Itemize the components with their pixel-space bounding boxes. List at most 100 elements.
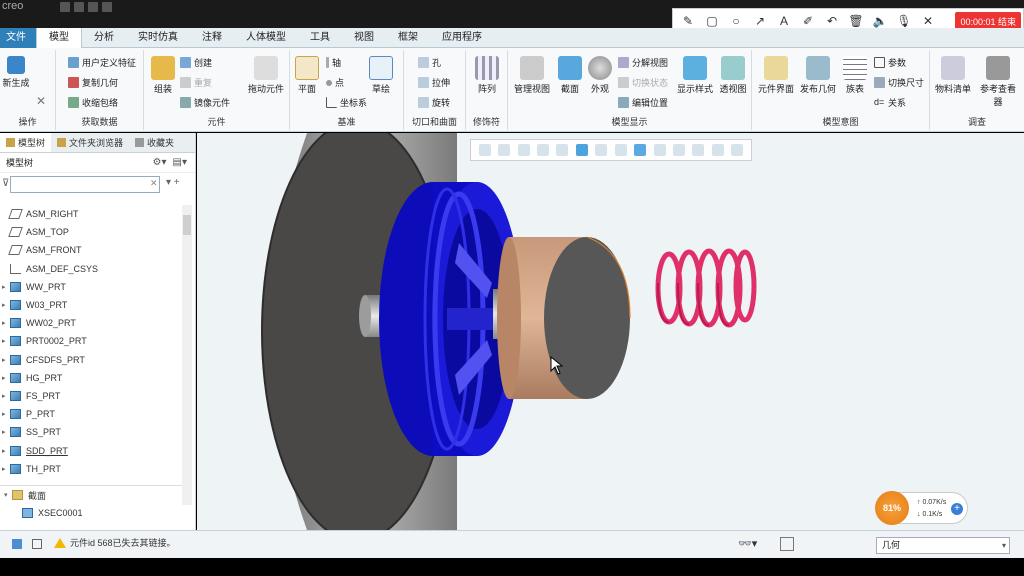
perspective-button[interactable]: 透视图 [716, 56, 750, 95]
pattern-button[interactable]: 阵列 [472, 56, 502, 95]
csys-button[interactable]: 坐标系 [326, 96, 367, 109]
family-table-button[interactable]: 族表 [840, 56, 870, 95]
tree-item[interactable]: ▸ W03_PRT [0, 296, 182, 314]
point-button[interactable]: 点 [326, 76, 344, 89]
tree-item[interactable]: ▸ CFSDFS_PRT [0, 351, 182, 369]
tree-item[interactable]: ▸ SDD_PRT [0, 441, 182, 459]
create-button[interactable]: 创建 [180, 56, 212, 69]
tree-item[interactable]: ASM_TOP [0, 223, 182, 241]
plane-button[interactable]: 平面 [294, 56, 320, 95]
tree-item[interactable]: ▸ WW_PRT [0, 278, 182, 296]
expand-icon[interactable]: ▸ [2, 283, 10, 291]
close-icon[interactable]: ✕ [921, 14, 935, 28]
cylinder-part[interactable] [497, 236, 631, 399]
open-icon[interactable] [74, 2, 84, 12]
tab-view[interactable]: 视图 [342, 28, 386, 48]
fullscreen-icon[interactable] [32, 539, 42, 549]
shrinkwrap-button[interactable]: 收缩包络 [68, 96, 118, 109]
tab-model-tree[interactable]: 模型树 [0, 133, 52, 152]
search-options-icon[interactable]: ▾ + [166, 177, 180, 188]
tab-folder-browser[interactable]: 文件夹浏览器 [51, 133, 129, 152]
scrollbar-thumb[interactable] [183, 215, 191, 235]
tree-item[interactable]: ASM_DEF_CSYS [0, 260, 182, 278]
tree-item[interactable]: ▸ WW02_PRT [0, 314, 182, 332]
expand-icon[interactable]: ▸ [2, 465, 10, 473]
extrude-button[interactable]: 拉伸 [418, 76, 450, 89]
exploded-view-button[interactable]: 分解视图 [618, 56, 668, 69]
selection-filter-dropdown[interactable]: 几何 ▾ [876, 537, 1010, 554]
microphone-icon[interactable]: 🎙 [896, 14, 911, 28]
bom-button[interactable]: 物料清单 [932, 56, 974, 95]
expand-icon[interactable]: ▸ [2, 392, 10, 400]
component-interface-button[interactable]: 元件界面 [756, 56, 796, 95]
tree-search-input[interactable] [10, 176, 160, 193]
mirror-component-button[interactable]: 镜像元件 [180, 96, 230, 109]
text-icon[interactable]: A [777, 14, 791, 28]
sections-folder[interactable]: ▾ 截面 [0, 486, 182, 504]
hole-button[interactable]: 孔 [418, 56, 441, 69]
selection-filter-icon[interactable] [780, 537, 794, 551]
spring-part[interactable] [655, 248, 757, 328]
appearance-button[interactable]: 外观 [586, 56, 614, 95]
repeat-button[interactable]: 重复 [180, 76, 212, 89]
arrow-icon[interactable]: ↗ [753, 14, 767, 28]
expand-icon[interactable]: ▸ [2, 410, 10, 418]
save-icon[interactable] [88, 2, 98, 12]
tab-file[interactable]: 文件 [0, 28, 36, 48]
tree-item[interactable]: ▸ FS_PRT [0, 387, 182, 405]
drag-component-button[interactable]: 拖动元件 [244, 56, 288, 95]
axis-button[interactable]: 轴 [326, 56, 341, 69]
status-message[interactable]: 元件id 568已失去其链接。 [54, 536, 176, 549]
tab-simulation[interactable]: 实时仿真 [126, 28, 190, 48]
tree-scrollbar[interactable] [182, 205, 192, 505]
graphics-window[interactable]: 81% ↑ 0.07K/s ↓ 0.1K/s + [197, 133, 1024, 530]
model-view[interactable] [197, 133, 1024, 530]
user-feature-button[interactable]: 用户定义特征 [68, 56, 136, 69]
parameters-button[interactable]: 参数 [874, 56, 906, 69]
marker-icon[interactable]: ✐ [801, 14, 815, 28]
new-icon[interactable] [60, 2, 70, 12]
switch-dimensions-button[interactable]: 切换尺寸 [874, 76, 924, 89]
expand-icon[interactable]: ▸ [2, 356, 10, 364]
pen-icon[interactable]: ✎ [681, 14, 695, 28]
publish-geometry-button[interactable]: 发布几何 [798, 56, 838, 95]
expand-icon[interactable]: ▸ [2, 428, 10, 436]
tab-annotate[interactable]: 注释 [190, 28, 234, 48]
rectangle-icon[interactable]: ▢ [705, 14, 719, 28]
toggle-status-button[interactable]: 切换状态 [618, 76, 668, 89]
tab-framework[interactable]: 框架 [386, 28, 430, 48]
expand-icon[interactable]: ▸ [2, 301, 10, 309]
tab-tools[interactable]: 工具 [298, 28, 342, 48]
binoculars-icon[interactable]: 👓▾ [738, 537, 757, 550]
display-style-button[interactable]: 显示样式 [676, 56, 714, 95]
copy-geometry-button[interactable]: 复制几何 [68, 76, 118, 89]
undo-icon[interactable] [102, 2, 112, 12]
tree-item[interactable]: ▸ PRT0002_PRT [0, 332, 182, 350]
network-icon[interactable] [12, 539, 22, 549]
network-monitor-widget[interactable]: 81% ↑ 0.07K/s ↓ 0.1K/s + [875, 491, 968, 525]
new-component-button[interactable]: 新生成 [2, 56, 30, 89]
tab-applications[interactable]: 应用程序 [430, 28, 494, 48]
expand-icon[interactable]: ▸ [2, 319, 10, 327]
sketch-button[interactable]: 草绘 [366, 56, 396, 95]
show-icon[interactable]: ▤▾ [173, 157, 187, 168]
tab-manikin[interactable]: 人体模型 [234, 28, 298, 48]
expand-icon[interactable]: ▸ [2, 374, 10, 382]
manage-views-button[interactable]: 管理视图 [512, 56, 552, 95]
delete-icon[interactable]: ✕ [36, 94, 46, 108]
tab-analysis[interactable]: 分析 [82, 28, 126, 48]
tree-item[interactable]: ▸ SS_PRT [0, 423, 182, 441]
circle-icon[interactable]: ○ [729, 14, 743, 28]
assemble-button[interactable]: 组装 [148, 56, 178, 95]
relations-button[interactable]: d= 关系 [874, 96, 906, 109]
settings-icon[interactable]: ⚙▾ [153, 157, 167, 168]
tab-model[interactable]: 模型 [36, 28, 82, 48]
edit-position-button[interactable]: 编辑位置 [618, 96, 668, 109]
trash-icon[interactable]: 🗑 [848, 14, 863, 28]
speaker-icon[interactable]: 🔈 [873, 14, 888, 28]
section-item[interactable]: XSEC0001 [0, 504, 182, 522]
expand-icon[interactable]: ▸ [2, 447, 10, 455]
tree-item[interactable]: ▸ P_PRT [0, 405, 182, 423]
expand-icon[interactable]: ▸ [2, 337, 10, 345]
tree-item[interactable]: ▸ TH_PRT [0, 460, 182, 478]
